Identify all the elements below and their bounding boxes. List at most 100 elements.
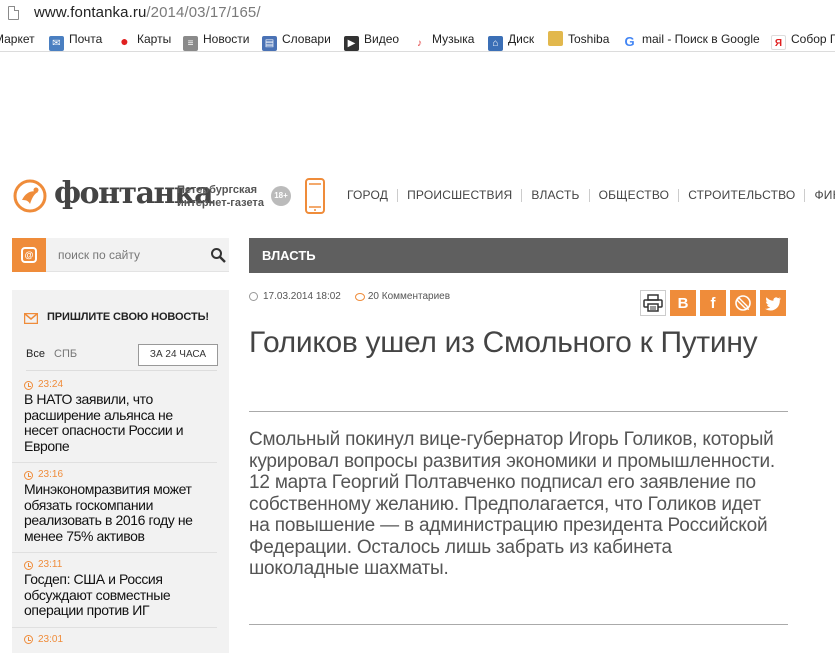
- title-divider: [249, 411, 788, 412]
- article-meta: 17.03.2014 18:02 20 Комментариев: [249, 291, 450, 302]
- clock-icon: [24, 560, 33, 570]
- nav-item-city[interactable]: ГОРОД: [338, 189, 399, 202]
- feed-item[interactable]: 23:01: [12, 631, 217, 653]
- feed-headline[interactable]: Минэкономразвития может обязать госкомпа…: [24, 481, 207, 544]
- music-icon: ♪: [417, 38, 422, 49]
- clock-icon: [24, 635, 33, 644]
- bookmark-label: Словари: [282, 32, 331, 46]
- bookmarks-bar: Маркет ✉ Почта ● Карты ≡ Новости ▤ Словари ▶…: [0, 27, 835, 52]
- news-feed-panel: ПРИШЛИТЕ СВОЮ НОВОСТЬ! Все СПБ ЗА 24 ЧАС…: [12, 290, 229, 653]
- main-nav: ГОРОД ПРОИСШЕСТВИЯ ВЛАСТЬ ОБЩЕСТВО СТРОИТЕЛЬ…: [338, 188, 835, 202]
- news-icon: ≡: [183, 36, 198, 51]
- site-search: @: [12, 238, 229, 272]
- bookmark-mail[interactable]: ✉ Почта: [49, 31, 103, 51]
- bookmark-label: Маркет: [0, 32, 35, 46]
- nav-item-construction[interactable]: СТРОИТЕЛЬСТВО: [679, 189, 806, 202]
- twitter-share-button[interactable]: [760, 290, 786, 316]
- nav-item-power[interactable]: ВЛАСТЬ: [522, 189, 590, 202]
- section-title: ВЛАСТЬ: [262, 248, 316, 263]
- mobile-phone-icon[interactable]: [304, 178, 326, 214]
- bookmark-sobor[interactable]: Я Собор Г: [771, 31, 835, 50]
- feed-time: 23:24: [24, 379, 207, 391]
- livejournal-icon: [735, 295, 751, 311]
- fontanka-logo-icon[interactable]: [12, 178, 48, 214]
- feed-time-value: 23:01: [38, 633, 64, 645]
- article-date: 17.03.2014 18:02: [263, 291, 341, 302]
- url-path: /2014/03/17/165/: [146, 4, 261, 21]
- folder-icon: [548, 31, 563, 46]
- map-pin-icon: ●: [120, 33, 129, 49]
- feed-item[interactable]: 23:16 Минэкономразвития может обязать го…: [12, 466, 217, 553]
- news-feed: 23:24 В НАТО заявили, что расширение аль…: [12, 376, 229, 653]
- dictionary-icon: ▤: [262, 36, 277, 51]
- feed-tabs: Все СПБ: [26, 348, 83, 360]
- bookmark-dictionaries[interactable]: ▤ Словари: [262, 31, 331, 51]
- bookmark-label: Новости: [203, 32, 250, 46]
- tagline-line-2: интернет-газета: [177, 197, 264, 209]
- fontanka-small-icon: @: [21, 247, 37, 263]
- feed-item[interactable]: 23:11 Госдеп: США и Россия обсуждают сов…: [12, 556, 217, 628]
- vk-icon: В: [677, 294, 689, 312]
- url-text[interactable]: www.fontanka.ru/2014/03/17/165/: [34, 4, 261, 21]
- bookmark-label: Видео: [364, 32, 400, 46]
- bookmark-google-search[interactable]: Gmail - Поиск в Google: [622, 31, 760, 49]
- clock-icon: [24, 470, 33, 480]
- feed-time-value: 23:24: [38, 379, 64, 390]
- divider: [26, 370, 217, 371]
- search-badge: @: [12, 238, 46, 272]
- bookmark-label: Диск: [508, 32, 535, 46]
- bookmark-label: Почта: [69, 32, 103, 46]
- nav-item-society[interactable]: ОБЩЕСТВО: [590, 189, 680, 202]
- mail-icon: ✉: [49, 36, 64, 51]
- comments-link[interactable]: 20 Комментариев: [368, 291, 450, 302]
- lead-divider: [249, 624, 788, 625]
- section-bar[interactable]: ВЛАСТЬ: [249, 238, 788, 273]
- bookmark-music[interactable]: ♪ Музыка: [412, 31, 475, 49]
- yandex-icon: Я: [771, 35, 786, 50]
- send-news-label: ПРИШЛИТЕ СВОЮ НОВОСТЬ!: [47, 311, 209, 323]
- feed-time: 23:16: [24, 469, 207, 481]
- nav-item-finance[interactable]: ФИНА: [805, 189, 835, 202]
- bookmark-market[interactable]: Маркет: [0, 31, 35, 48]
- video-icon: ▶: [344, 36, 359, 51]
- clock-icon: [24, 380, 33, 390]
- disk-icon: ⌂: [488, 36, 503, 51]
- feed-item[interactable]: 23:24 В НАТО заявили, что расширение аль…: [12, 376, 217, 463]
- bookmark-label: Музыка: [432, 32, 475, 46]
- tagline: Петербургская интернет-газета: [177, 184, 264, 210]
- tab-all[interactable]: Все: [26, 348, 45, 360]
- send-news-link[interactable]: ПРИШЛИТЕ СВОЮ НОВОСТЬ!: [12, 290, 229, 344]
- bookmark-toshiba[interactable]: Toshiba: [548, 31, 609, 48]
- search-input[interactable]: [58, 247, 198, 263]
- vk-share-button[interactable]: В: [670, 290, 696, 316]
- comment-icon: [354, 292, 365, 301]
- article-title: Голиков ушел из Смольного к Путину: [249, 326, 758, 359]
- envelope-icon: [24, 313, 38, 324]
- bookmark-disk[interactable]: ⌂ Диск: [488, 31, 535, 51]
- article-lead: Смольный покинул вице-губернатор Игорь Г…: [249, 429, 775, 579]
- printer-icon: [643, 294, 663, 312]
- print-button[interactable]: [640, 290, 666, 316]
- period-24h-button[interactable]: ЗА 24 ЧАСА: [138, 344, 218, 366]
- tab-spb[interactable]: СПБ: [54, 348, 77, 360]
- bookmark-news[interactable]: ≡ Новости: [183, 31, 250, 51]
- bookmark-video[interactable]: ▶ Видео: [344, 31, 400, 51]
- feed-time-value: 23:11: [38, 559, 63, 570]
- livejournal-share-button[interactable]: [730, 290, 756, 316]
- address-bar[interactable]: www.fontanka.ru/2014/03/17/165/: [0, 0, 835, 27]
- feed-time: 23:01: [24, 634, 207, 646]
- feed-headline[interactable]: Госдеп: США и Россия обсуждают совместны…: [24, 571, 207, 619]
- bookmark-maps[interactable]: ● Карты: [117, 31, 171, 49]
- feed-time-value: 23:16: [38, 469, 64, 480]
- url-host: www.fontanka.ru: [34, 4, 147, 21]
- page-icon: [8, 6, 19, 20]
- nav-item-incidents[interactable]: ПРОИСШЕСТВИЯ: [398, 189, 523, 202]
- share-buttons: В f: [640, 290, 790, 316]
- age-rating-badge: 18+: [271, 186, 291, 206]
- search-icon[interactable]: [210, 247, 226, 263]
- google-icon: G: [624, 34, 635, 49]
- facebook-share-button[interactable]: f: [700, 290, 726, 316]
- feed-headline[interactable]: В НАТО заявили, что расширение альянса н…: [24, 391, 207, 454]
- feed-time: 23:11: [24, 559, 207, 571]
- bookmark-label: mail - Поиск в Google: [642, 32, 760, 46]
